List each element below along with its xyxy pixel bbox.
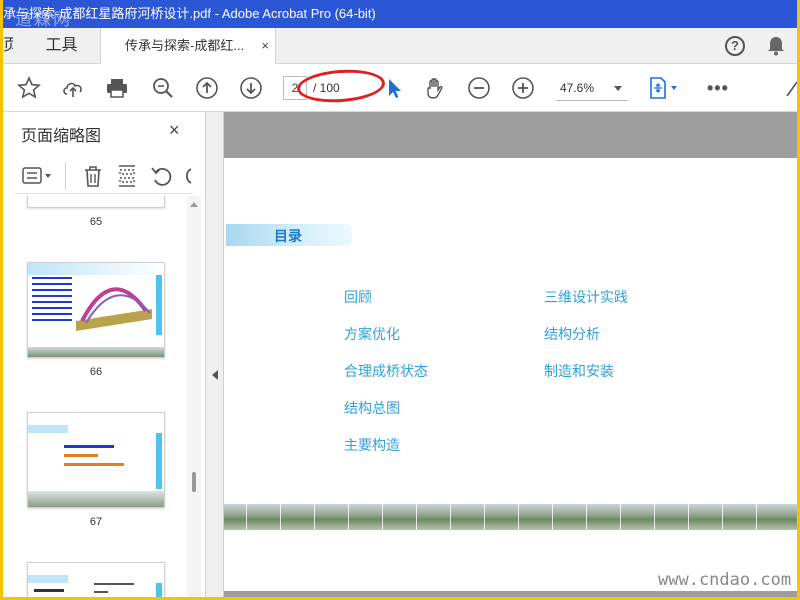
panel-toolbar: [15, 158, 193, 194]
title-bar: 承与探索-成都红星路府河桥设计.pdf - Adobe Acrobat Pro …: [3, 0, 797, 30]
thumbnail-scrollbar[interactable]: [187, 196, 201, 597]
thumbnail-panel: 页面缩略图 × 65 66 67: [3, 112, 206, 597]
close-tab-icon[interactable]: ×: [261, 28, 269, 64]
rotate-right-icon[interactable]: [181, 164, 193, 188]
close-panel-icon[interactable]: ×: [169, 120, 180, 141]
toc-item[interactable]: 结构总图: [344, 398, 400, 418]
toc-item[interactable]: 合理成桥状态: [344, 361, 428, 381]
document-view: 目录 回顾 方案优化 合理成桥状态 结构总图 主要构造 三维设计实践 结构分析 …: [224, 112, 797, 597]
toc-item[interactable]: 主要构造: [344, 435, 400, 455]
rotate-left-icon[interactable]: [149, 164, 173, 188]
toc-item[interactable]: 结构分析: [544, 324, 600, 344]
cloud-upload-icon[interactable]: [61, 76, 85, 100]
toc-item[interactable]: 方案优化: [344, 324, 400, 344]
toc-item[interactable]: 回顾: [344, 287, 372, 307]
hand-tool-icon[interactable]: [423, 76, 447, 100]
chevron-left-icon: [212, 370, 218, 380]
thumbnail-page-65[interactable]: [27, 196, 165, 208]
tab-document-label: 传承与探索-成都红...: [125, 38, 245, 53]
thumbnail-list: 65 66 67: [3, 196, 187, 597]
star-icon[interactable]: [17, 76, 41, 100]
tab-document[interactable]: 传承与探索-成都红... ×: [101, 28, 276, 64]
toc-item[interactable]: 三维设计实践: [544, 287, 628, 307]
tab-home[interactable]: 页: [3, 28, 13, 63]
options-menu-icon[interactable]: [21, 164, 55, 188]
scroll-up-icon[interactable]: [190, 202, 198, 207]
toolbar: 2 / 100 47.6% •••: [3, 64, 797, 112]
zoom-level-value: 47.6%: [560, 81, 595, 95]
thumbnail-label: 65: [89, 216, 103, 228]
chevron-down-icon: [614, 86, 622, 91]
next-page-icon[interactable]: [239, 76, 263, 100]
trash-icon[interactable]: [81, 164, 105, 188]
zoom-search-icon[interactable]: [151, 76, 175, 100]
bridge-render-image: [76, 287, 152, 331]
collapse-panel-handle[interactable]: [206, 112, 224, 597]
page-footer-band: [224, 591, 797, 597]
zoom-in-icon[interactable]: [511, 76, 535, 100]
photo-strip-image: [224, 504, 797, 530]
thumbnail-page-67[interactable]: [27, 412, 165, 508]
toolbar-divider: [65, 162, 66, 190]
toc-item[interactable]: 制造和安装: [544, 361, 614, 381]
tab-bar: 页 工具 传承与探索-成都红... × ?: [3, 28, 797, 64]
sign-icon[interactable]: [785, 76, 797, 100]
acrobat-window: 承与探索-成都红星路府河桥设计.pdf - Adobe Acrobat Pro …: [3, 0, 797, 597]
more-tools-icon[interactable]: •••: [707, 76, 729, 100]
scroll-thumb[interactable]: [192, 472, 196, 492]
thumbnail-label: 66: [89, 366, 103, 378]
bell-icon[interactable]: [767, 36, 785, 56]
zoom-out-icon[interactable]: [467, 76, 491, 100]
print-icon[interactable]: [105, 76, 129, 100]
toc-title: 目录: [274, 228, 302, 244]
tab-tools[interactable]: 工具: [23, 28, 101, 63]
select-cursor-icon[interactable]: [383, 76, 407, 100]
previous-page-icon[interactable]: [195, 76, 219, 100]
panel-title: 页面缩略图: [21, 128, 102, 145]
thumbnail-label: 67: [89, 516, 103, 528]
extract-pages-icon[interactable]: [115, 164, 139, 188]
thumbnail-page-68[interactable]: [27, 562, 165, 597]
thumbnail-page-66[interactable]: [27, 262, 165, 358]
page-header-band: [224, 112, 797, 158]
site-watermark-footer: www.cndao.com: [658, 570, 792, 590]
fit-page-icon[interactable]: [647, 76, 681, 100]
help-icon[interactable]: ?: [725, 36, 745, 56]
zoom-level-select[interactable]: 47.6%: [556, 75, 628, 101]
